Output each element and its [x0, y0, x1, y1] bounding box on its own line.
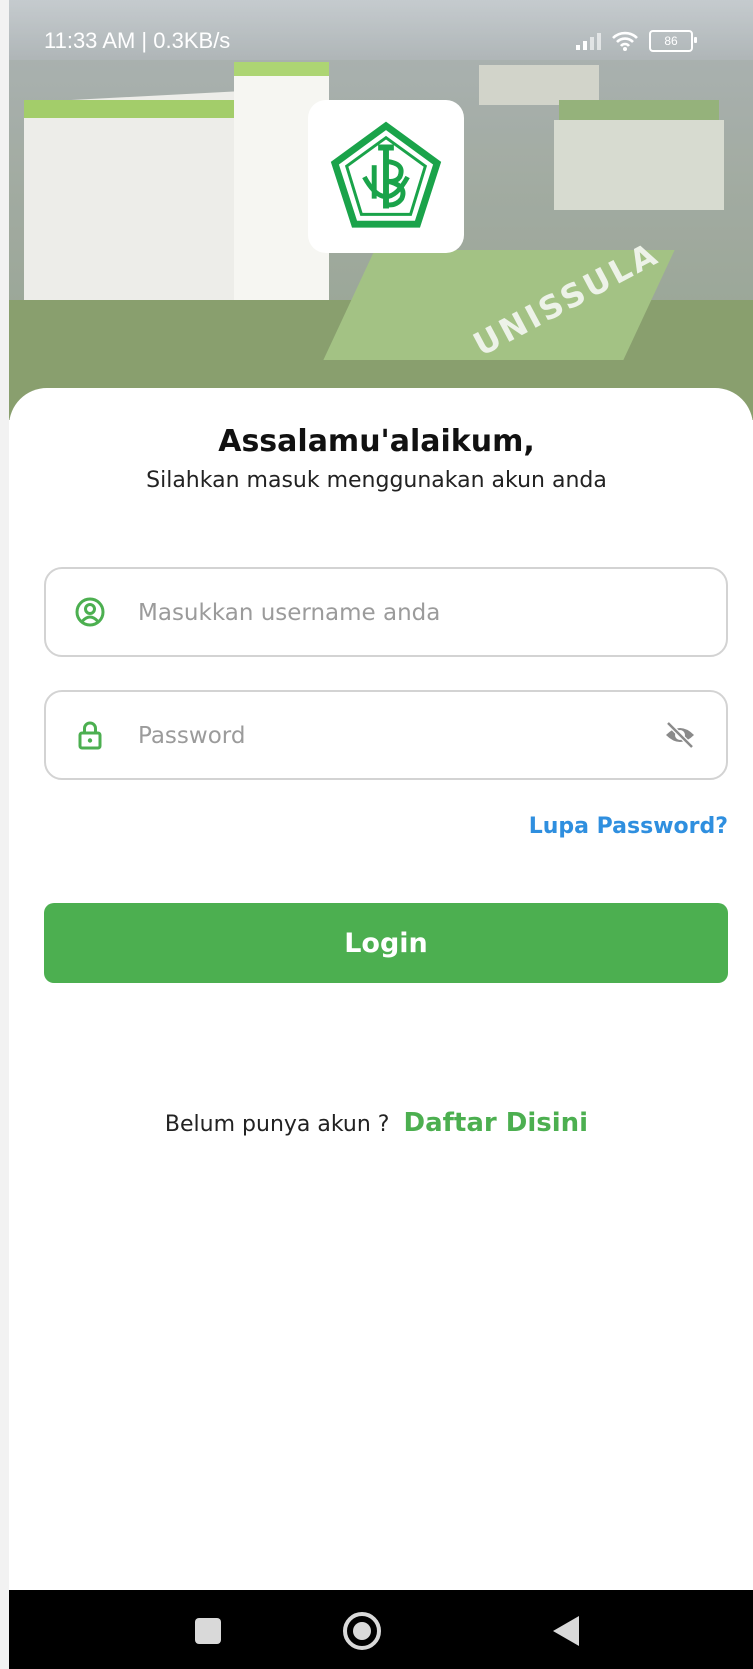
register-question: Belum punya akun ? [164, 1112, 390, 1137]
lock-icon [78, 721, 102, 750]
recents-button[interactable] [183, 1606, 233, 1656]
triangle-back-icon [553, 1616, 579, 1646]
home-button[interactable] [337, 1606, 387, 1656]
wifi-icon [612, 31, 638, 51]
eye-off-icon[interactable] [662, 717, 698, 753]
greeting-subtitle: Silahkan masuk menggunakan akun anda [146, 468, 607, 493]
register-row: Belum punya akun ? Daftar Disini [0, 1108, 753, 1138]
square-icon [195, 1618, 221, 1644]
login-button[interactable]: Login [44, 903, 728, 983]
unissula-logo-icon [330, 121, 442, 228]
user-circle-icon [75, 597, 105, 627]
system-nav-bar [9, 1590, 753, 1669]
username-input[interactable] [136, 569, 660, 657]
password-field[interactable] [44, 690, 728, 780]
unissula-logo [308, 100, 464, 253]
battery-level: 86 [664, 34, 678, 48]
battery-icon: 86 [649, 30, 697, 52]
greeting-title: Assalamu'alaikum, [218, 424, 535, 459]
password-input[interactable] [136, 692, 660, 780]
edge-strip [0, 0, 9, 1669]
forgot-password-link[interactable]: Lupa Password? [529, 814, 728, 839]
username-field[interactable] [44, 567, 728, 657]
login-screen: UNISSULA 11:33 AM | 0.3KB/s 86 Assalamu'… [0, 0, 753, 1669]
status-time: 11:33 AM | 0.3KB/s [44, 28, 231, 53]
circle-icon [343, 1612, 381, 1650]
signal-icon [576, 32, 601, 50]
register-link[interactable]: Daftar Disini [403, 1108, 588, 1138]
back-button[interactable] [541, 1606, 591, 1656]
status-icons: 86 [576, 30, 697, 52]
